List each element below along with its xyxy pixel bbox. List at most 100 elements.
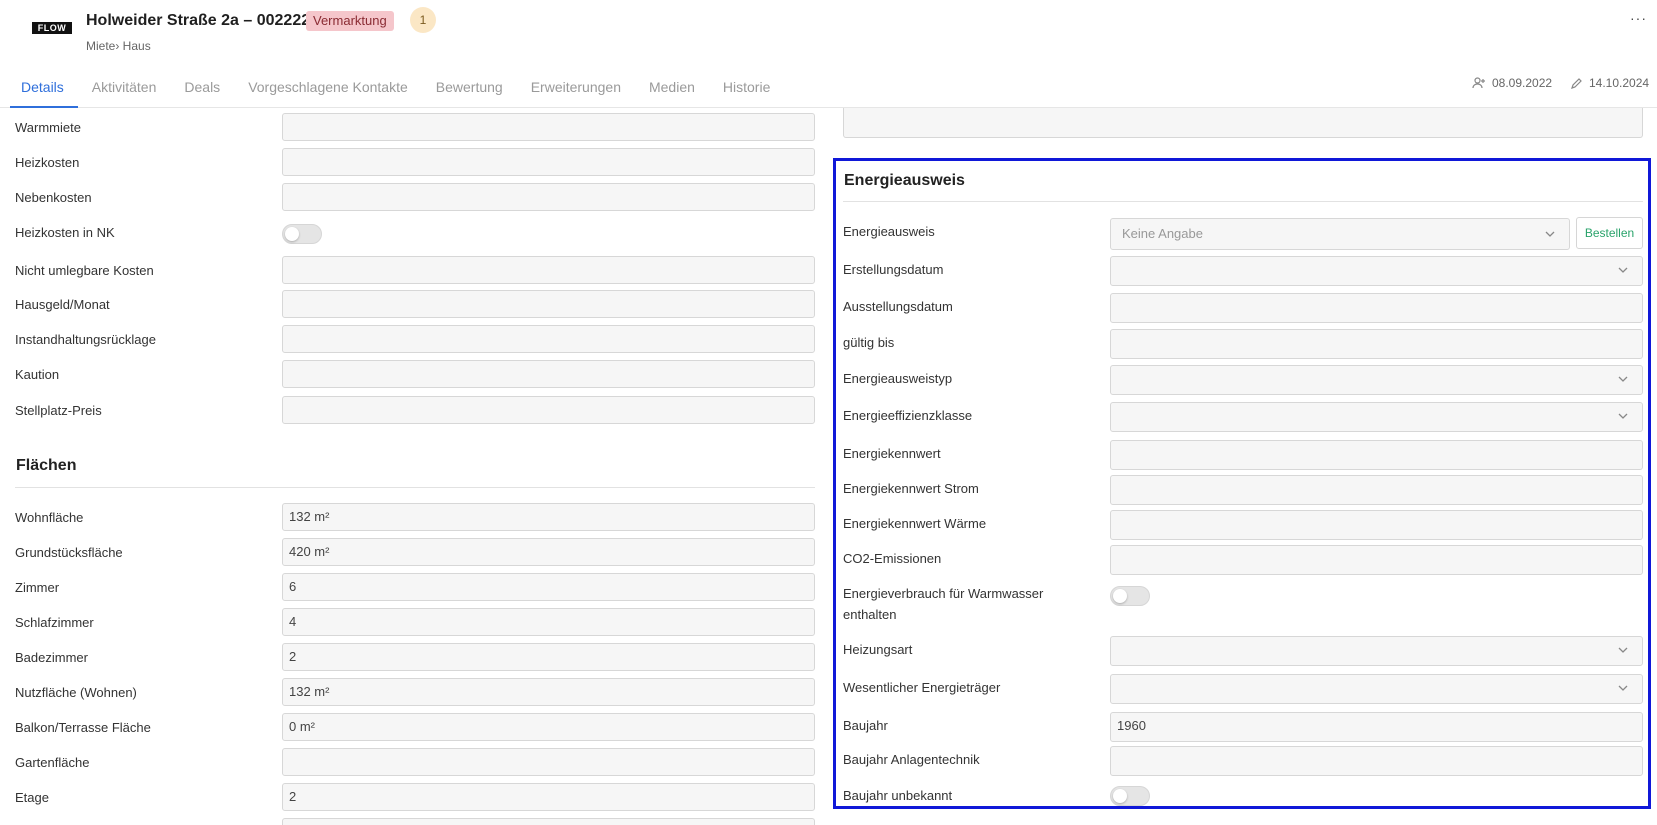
tab-bewertung[interactable]: Bewertung bbox=[422, 70, 517, 108]
energiekennwert-strom-label: Energiekennwert Strom bbox=[843, 481, 979, 496]
tab-bar: Details Aktivitäten Deals Vorgeschlagene… bbox=[10, 70, 784, 108]
schlafzimmer-label: Schlafzimmer bbox=[15, 615, 94, 630]
chevron-down-icon bbox=[1545, 231, 1555, 237]
baujahr-unbekannt-toggle[interactable] bbox=[1110, 786, 1150, 806]
pencil-icon bbox=[1571, 77, 1582, 89]
warmmiete-label: Warmmiete bbox=[15, 120, 81, 135]
count-badge[interactable]: 1 bbox=[410, 7, 436, 33]
add-user-icon bbox=[1472, 77, 1485, 89]
hausgeld-input[interactable] bbox=[282, 290, 815, 318]
etage-label: Etage bbox=[15, 790, 49, 805]
nicht-umlegbare-kosten-input[interactable] bbox=[282, 256, 815, 284]
bestellen-button[interactable]: Bestellen bbox=[1576, 217, 1643, 249]
balkon-flaeche-input[interactable]: 0 m² bbox=[282, 713, 815, 741]
erstellungsdatum-select[interactable] bbox=[1110, 256, 1643, 286]
nutzflaeche-label: Nutzfläche (Wohnen) bbox=[15, 685, 137, 700]
nebenkosten-label: Nebenkosten bbox=[15, 190, 92, 205]
stellplatz-preis-input[interactable] bbox=[282, 396, 815, 424]
wohnflaeche-input[interactable]: 132 m² bbox=[282, 503, 815, 531]
status-badge[interactable]: Vermarktung bbox=[306, 11, 394, 31]
baujahr-label: Baujahr bbox=[843, 718, 888, 733]
warmwasser-label-line1: Energieverbrauch für Warmwasser bbox=[843, 586, 1044, 601]
baujahr-anlagentechnik-label: Baujahr Anlagentechnik bbox=[843, 752, 980, 767]
nutzflaeche-input[interactable]: 132 m² bbox=[282, 678, 815, 706]
energieausweis-divider bbox=[843, 201, 1643, 202]
badezimmer-input[interactable]: 2 bbox=[282, 643, 815, 671]
flaechen-title: Flächen bbox=[16, 457, 77, 474]
energiekennwert-input[interactable] bbox=[1110, 440, 1643, 470]
heizungsart-select[interactable] bbox=[1110, 636, 1643, 666]
chevron-down-icon bbox=[1618, 376, 1628, 382]
chevron-down-icon bbox=[1618, 413, 1628, 419]
heizkosten-in-nk-toggle[interactable] bbox=[282, 224, 322, 244]
tab-vorgeschlagene-kontakte[interactable]: Vorgeschlagene Kontakte bbox=[234, 70, 422, 108]
energieausweistyp-label: Energieausweistyp bbox=[843, 371, 953, 386]
warmwasser-toggle[interactable] bbox=[1110, 586, 1150, 606]
energieausweistyp-select[interactable] bbox=[1110, 365, 1643, 395]
chevron-down-icon bbox=[1618, 647, 1628, 653]
instandhaltung-label: Instandhaltungsrücklage bbox=[15, 332, 156, 347]
heizkosten-in-nk-label: Heizkosten in NK bbox=[15, 225, 115, 240]
zimmer-label: Zimmer bbox=[15, 580, 60, 595]
modified-info: 14.10.2024 bbox=[1570, 76, 1649, 90]
gartenflaeche-label: Gartenfläche bbox=[15, 755, 90, 770]
energietraeger-select[interactable] bbox=[1110, 674, 1643, 704]
chevron-down-icon bbox=[1618, 267, 1628, 273]
energieausweis-select-value: Keine Angabe bbox=[1122, 226, 1203, 241]
breadcrumb: Miete› Haus bbox=[86, 39, 151, 53]
page-title: Holweider Straße 2a – 002222 bbox=[86, 12, 311, 29]
gartenflaeche-input[interactable] bbox=[282, 748, 815, 776]
energiekennwert-strom-input[interactable] bbox=[1110, 475, 1643, 505]
kaution-input[interactable] bbox=[282, 360, 815, 388]
etage-input[interactable]: 2 bbox=[282, 783, 815, 811]
tab-deals[interactable]: Deals bbox=[170, 70, 234, 108]
erstellungsdatum-label: Erstellungsdatum bbox=[843, 262, 944, 277]
grundstuecksflaeche-input[interactable]: 420 m² bbox=[282, 538, 815, 566]
ausstellungsdatum-label: Ausstellungsdatum bbox=[843, 299, 953, 314]
schlafzimmer-input[interactable]: 4 bbox=[282, 608, 815, 636]
flaechen-divider bbox=[15, 487, 815, 488]
tab-medien[interactable]: Medien bbox=[635, 70, 709, 108]
heizkosten-label: Heizkosten bbox=[15, 155, 80, 170]
gueltig-bis-label: gültig bis bbox=[843, 335, 895, 350]
kaution-label: Kaution bbox=[15, 367, 60, 382]
gueltig-bis-input[interactable] bbox=[1110, 329, 1643, 359]
modified-date: 14.10.2024 bbox=[1589, 76, 1650, 90]
tab-historie[interactable]: Historie bbox=[709, 70, 784, 108]
more-menu-button[interactable]: ··· bbox=[1630, 10, 1647, 26]
heizkosten-input[interactable] bbox=[282, 148, 815, 176]
energietraeger-label: Wesentlicher Energieträger bbox=[843, 680, 1001, 695]
energieausweis-title: Energieausweis bbox=[844, 172, 965, 189]
chevron-down-icon bbox=[1618, 685, 1628, 691]
instandhaltung-input[interactable] bbox=[282, 325, 815, 353]
grundstuecksflaeche-label: Grundstücksfläche bbox=[15, 545, 123, 560]
tab-aktivitaeten[interactable]: Aktivitäten bbox=[78, 70, 171, 108]
balkon-flaeche-label: Balkon/Terrasse Fläche bbox=[15, 720, 151, 735]
baujahr-unbekannt-label: Baujahr unbekannt bbox=[843, 788, 953, 803]
energieeffizienzklasse-label: Energieeffizienzklasse bbox=[843, 408, 973, 423]
energieausweis-label: Energieausweis bbox=[843, 224, 935, 239]
wohnflaeche-label: Wohnfläche bbox=[15, 510, 84, 525]
baujahr-anlagentechnik-input[interactable] bbox=[1110, 746, 1643, 776]
previous-field-partial[interactable] bbox=[843, 108, 1643, 138]
warmmiete-input[interactable] bbox=[282, 113, 815, 141]
baujahr-input[interactable]: 1960 bbox=[1110, 712, 1643, 742]
energiekennwert-waerme-input[interactable] bbox=[1110, 510, 1643, 540]
energieausweis-select[interactable]: Keine Angabe bbox=[1110, 218, 1570, 250]
co2-emissionen-input[interactable] bbox=[1110, 545, 1643, 575]
zimmer-input[interactable]: 6 bbox=[282, 573, 815, 601]
tab-erweiterungen[interactable]: Erweiterungen bbox=[517, 70, 635, 108]
created-info: 08.09.2022 bbox=[1472, 76, 1552, 90]
stellplatz-preis-label: Stellplatz-Preis bbox=[15, 403, 102, 418]
page-header: FLOW Holweider Straße 2a – 002222 Vermar… bbox=[0, 0, 1657, 108]
tab-details[interactable]: Details bbox=[10, 70, 78, 108]
warmwasser-label-line2: enthalten bbox=[843, 607, 897, 622]
hausgeld-label: Hausgeld/Monat bbox=[15, 297, 110, 312]
ausstellungsdatum-input[interactable] bbox=[1110, 293, 1643, 323]
created-date: 08.09.2022 bbox=[1492, 76, 1553, 90]
energiekennwert-waerme-label: Energiekennwert Wärme bbox=[843, 516, 987, 531]
next-field-partial[interactable] bbox=[282, 818, 815, 825]
nebenkosten-input[interactable] bbox=[282, 183, 815, 211]
nicht-umlegbare-kosten-label: Nicht umlegbare Kosten bbox=[15, 263, 154, 278]
energieeffizienzklasse-select[interactable] bbox=[1110, 402, 1643, 432]
